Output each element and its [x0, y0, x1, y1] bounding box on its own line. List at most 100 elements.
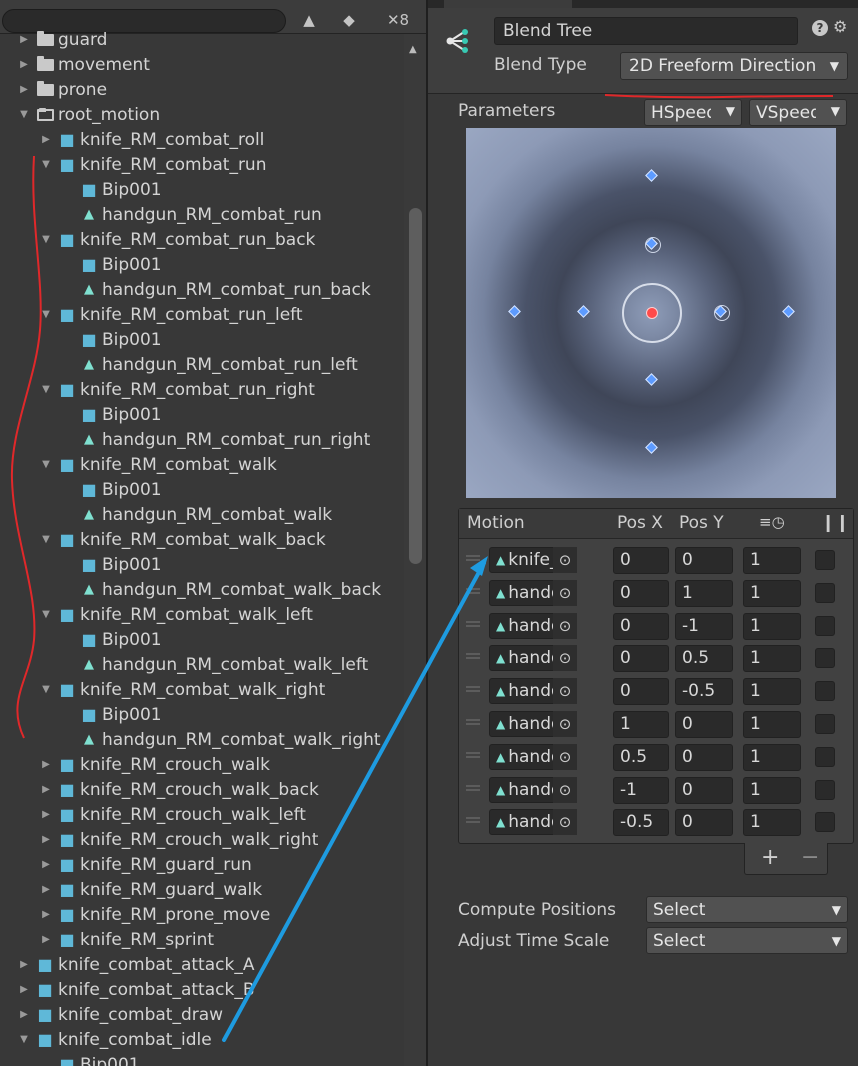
- object-picker-icon[interactable]: ⊙: [553, 678, 577, 705]
- object-picker-icon[interactable]: ⊙: [553, 547, 577, 573]
- chevron-right-icon[interactable]: ▶: [18, 59, 30, 70]
- parameter-x-dropdown[interactable]: HSpeed ▼: [644, 99, 742, 126]
- object-picker-icon[interactable]: ⊙: [553, 612, 577, 639]
- mirror-checkbox[interactable]: [815, 615, 835, 636]
- project-tree-item[interactable]: ▶ ■ knife_RM_crouch_walk_back: [0, 777, 404, 802]
- project-tree-item[interactable]: ▶ ■ knife_RM_crouch_walk_left: [0, 802, 404, 827]
- blend-space-preview[interactable]: [466, 128, 836, 498]
- project-tree-item[interactable]: ■ Bip001: [0, 702, 404, 727]
- object-picker-icon[interactable]: ⊙: [553, 579, 577, 606]
- drag-handle-icon[interactable]: [466, 751, 480, 758]
- project-tree-item[interactable]: ■ Bip001: [0, 327, 404, 352]
- project-tree-item[interactable]: ■ Bip001: [0, 552, 404, 577]
- mirror-checkbox[interactable]: [815, 550, 835, 570]
- project-tree-item[interactable]: ▼ ■ knife_RM_combat_run_right: [0, 377, 404, 402]
- pos-x-field[interactable]: 0: [613, 547, 669, 574]
- project-tree-item[interactable]: ■ Bip001: [0, 477, 404, 502]
- project-tree-item[interactable]: ▼ root_motion: [0, 102, 404, 127]
- project-tree-item[interactable]: ▶ ■ knife_RM_prone_move: [0, 902, 404, 927]
- gear-icon[interactable]: ⚙: [833, 17, 847, 36]
- chevron-right-icon[interactable]: ▶: [18, 984, 30, 995]
- project-tree-item[interactable]: ■ Bip001: [0, 177, 404, 202]
- project-tree-item[interactable]: ▼ ■ knife_RM_combat_walk_left: [0, 602, 404, 627]
- blend-tree-name-field[interactable]: Blend Tree: [494, 17, 798, 45]
- pos-x-field[interactable]: 0: [613, 645, 669, 673]
- project-tree-item[interactable]: ▶ ■ knife_combat_attack_B: [0, 977, 404, 1002]
- drag-handle-icon[interactable]: [466, 686, 480, 693]
- blend-point[interactable]: [576, 305, 590, 318]
- chevron-right-icon[interactable]: ▶: [18, 34, 30, 45]
- pos-x-field[interactable]: 0.5: [613, 743, 669, 771]
- pos-x-field[interactable]: 0: [613, 579, 669, 607]
- project-tree-item[interactable]: ▼ ■ knife_RM_combat_walk: [0, 452, 404, 477]
- remove-motion-button[interactable]: −: [801, 845, 819, 870]
- drag-handle-icon[interactable]: [466, 587, 480, 594]
- compute-positions-dropdown[interactable]: Select ▼: [646, 896, 848, 923]
- time-scale-field[interactable]: 1: [743, 612, 801, 640]
- chevron-right-icon[interactable]: ▶: [40, 909, 52, 920]
- object-picker-icon[interactable]: ⊙: [553, 776, 577, 803]
- project-tree-item[interactable]: ▶ ■ knife_RM_sprint: [0, 927, 404, 952]
- mirror-checkbox[interactable]: [815, 779, 835, 800]
- project-tree-item[interactable]: ▶ ■ knife_RM_crouch_walk: [0, 752, 404, 777]
- blend-type-dropdown[interactable]: 2D Freeform Direction ▼: [620, 52, 848, 80]
- project-tree-item[interactable]: ▶ prone: [0, 77, 404, 102]
- pos-y-field[interactable]: 0.5: [675, 645, 733, 673]
- adjust-time-scale-dropdown[interactable]: Select ▼: [646, 927, 848, 954]
- chevron-right-icon[interactable]: ▶: [40, 934, 52, 945]
- time-scale-field[interactable]: 1: [743, 711, 801, 738]
- current-position-dot[interactable]: [646, 307, 658, 319]
- mirror-checkbox[interactable]: [815, 746, 835, 767]
- blend-point[interactable]: [782, 305, 795, 318]
- pos-x-field[interactable]: 0: [613, 612, 669, 640]
- help-icon[interactable]: ?: [812, 20, 828, 36]
- time-scale-field[interactable]: 1: [743, 579, 801, 607]
- chevron-right-icon[interactable]: ▶: [18, 959, 30, 970]
- tab-inspector[interactable]: [444, 0, 572, 8]
- project-tree-item[interactable]: ▲ handgun_RM_combat_run_left: [0, 352, 404, 377]
- project-tree-item[interactable]: ▲ handgun_RM_combat_walk_left: [0, 652, 404, 677]
- chevron-right-icon[interactable]: ▶: [40, 809, 52, 820]
- pos-y-field[interactable]: 1: [675, 579, 733, 607]
- project-tree-item[interactable]: ▼ ■ knife_RM_combat_run_left: [0, 302, 404, 327]
- blend-point[interactable]: [645, 441, 658, 454]
- project-tree-item[interactable]: ▶ ■ knife_combat_attack_A: [0, 952, 404, 977]
- project-scroll-thumb[interactable]: [409, 208, 422, 564]
- chevron-down-icon[interactable]: ▼: [40, 309, 52, 320]
- pos-x-field[interactable]: 0: [613, 678, 669, 706]
- add-motion-button[interactable]: +: [761, 845, 779, 870]
- pos-y-field[interactable]: 0: [675, 809, 733, 837]
- project-tree-item[interactable]: ■ Bip001: [0, 1052, 404, 1066]
- blend-point[interactable]: [645, 169, 658, 182]
- mirror-checkbox[interactable]: [815, 714, 835, 734]
- object-picker-icon[interactable]: ⊙: [553, 743, 577, 770]
- pos-x-field[interactable]: -0.5: [613, 809, 669, 837]
- pos-y-field[interactable]: 0: [675, 776, 733, 804]
- drag-handle-icon[interactable]: [466, 817, 480, 824]
- project-tree-item[interactable]: ■ Bip001: [0, 627, 404, 652]
- project-tree-item[interactable]: ■ Bip001: [0, 252, 404, 277]
- chevron-right-icon[interactable]: ▶: [40, 759, 52, 770]
- blend-point[interactable]: [645, 373, 658, 386]
- project-tree-item[interactable]: ▼ ■ knife_RM_combat_walk_back: [0, 527, 404, 552]
- pos-y-field[interactable]: 0: [675, 547, 733, 574]
- pos-y-field[interactable]: -1: [675, 612, 733, 640]
- project-tree-item[interactable]: ▲ handgun_RM_combat_run_back: [0, 277, 404, 302]
- drag-handle-icon[interactable]: [466, 620, 480, 627]
- project-tree-item[interactable]: ■ Bip001: [0, 402, 404, 427]
- chevron-right-icon[interactable]: ▶: [40, 784, 52, 795]
- chevron-down-icon[interactable]: ▼: [18, 1034, 30, 1045]
- project-tree-item[interactable]: ▼ ■ knife_RM_combat_run_back: [0, 227, 404, 252]
- project-tree-item[interactable]: ▲ handgun_RM_combat_walk_back: [0, 577, 404, 602]
- project-tree-item[interactable]: ▶ ■ knife_RM_guard_run: [0, 852, 404, 877]
- pos-y-field[interactable]: -0.5: [675, 678, 733, 706]
- project-tree-item[interactable]: ▲ handgun_RM_combat_run_right: [0, 427, 404, 452]
- time-scale-field[interactable]: 1: [743, 678, 801, 706]
- mirror-checkbox[interactable]: [815, 582, 835, 603]
- parameter-y-dropdown[interactable]: VSpeed ▼: [749, 99, 847, 126]
- object-picker-icon[interactable]: ⊙: [553, 809, 577, 836]
- drag-handle-icon[interactable]: [466, 784, 480, 791]
- pos-x-field[interactable]: -1: [613, 776, 669, 804]
- blend-point[interactable]: [508, 305, 521, 318]
- time-scale-field[interactable]: 1: [743, 645, 801, 673]
